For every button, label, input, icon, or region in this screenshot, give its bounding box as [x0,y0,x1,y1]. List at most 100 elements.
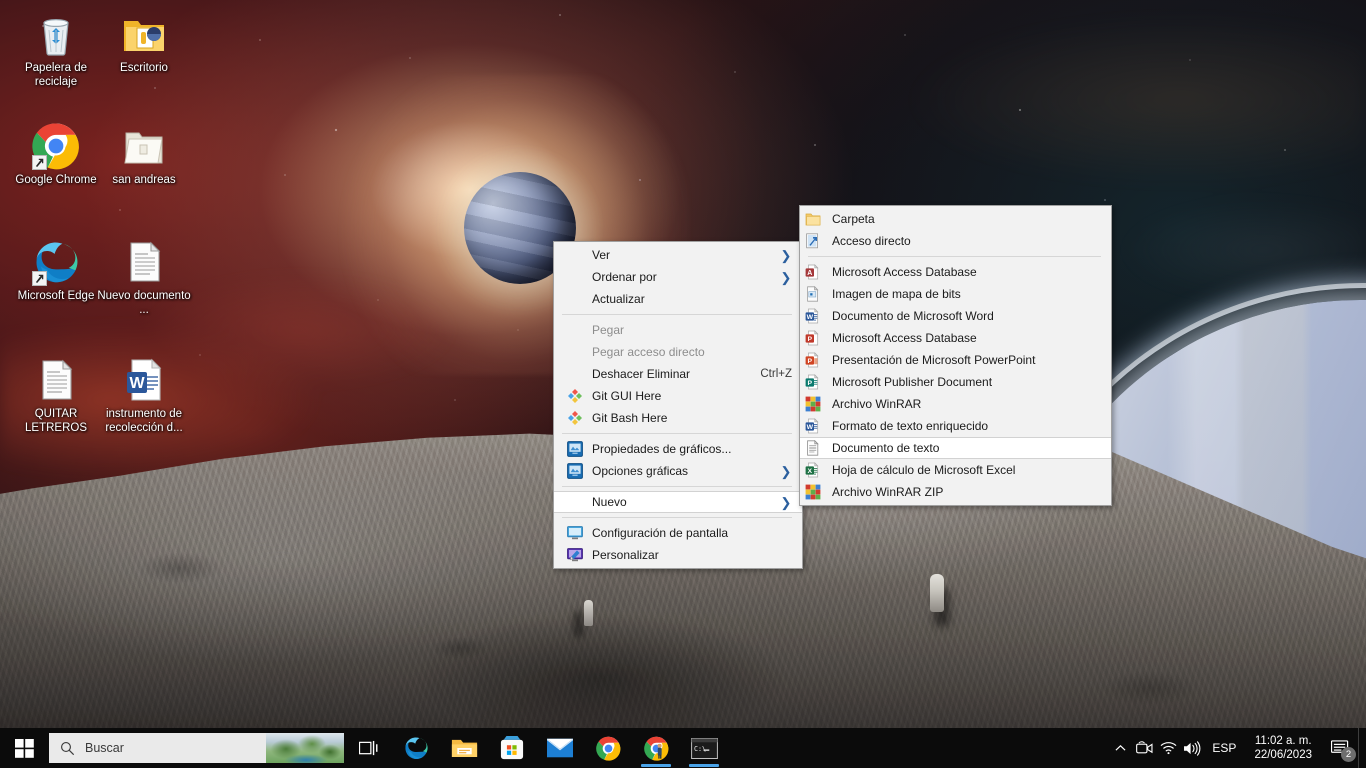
chevron-right-icon: ❯ [780,494,792,510]
chevron-right-icon: ❯ [780,463,792,479]
text-document-icon [120,238,168,286]
menu-item-microsoft-publisher-document[interactable]: P Microsoft Publisher Document [800,371,1111,393]
excel-icon: X [800,459,826,481]
taskbar-chrome-app[interactable] [632,728,680,768]
tray-network-icon[interactable] [1156,728,1180,768]
menu-item-personalizar[interactable]: Personalizar [554,544,802,566]
taskbar-terminal[interactable]: C:\ [680,728,728,768]
svg-text:W: W [807,424,814,431]
microsoft-edge-icon [405,737,428,759]
file-explorer-icon [451,739,477,757]
menu-item-label: Opciones gráficas [592,464,689,478]
menu-item-archivo-winrar[interactable]: Archivo WinRAR [800,393,1111,415]
folder-desktop-icon [120,10,168,58]
taskbar[interactable]: Buscar C:\ ESP 11:02 a. m. 22/06/2023 2 [0,728,1366,768]
desktop-icon-text-document[interactable]: QUITAR LETREROS [8,356,104,435]
clock[interactable]: 11:02 a. m. 22/06/2023 [1244,734,1322,762]
svg-text:P: P [808,336,813,343]
menu-item-label: Pegar acceso directo [592,345,705,359]
menu-item-documento-de-microsoft-word[interactable]: W Documento de Microsoft Word [800,305,1111,327]
tray-volume-icon[interactable] [1180,728,1204,768]
menu-item-git-gui-here[interactable]: Git GUI Here [554,385,802,407]
taskbar-chrome[interactable] [584,728,632,768]
menu-item-archivo-winrar-zip[interactable]: Archivo WinRAR ZIP [800,481,1111,503]
menu-item-ver[interactable]: Ver ❯ [554,244,802,266]
menu-item-label: Microsoft Access Database [832,265,977,279]
desktop-icon-text-document[interactable]: Nuevo documento ... [96,238,192,317]
menu-item-no-icon [562,288,588,310]
menu-item-imagen-de-mapa-de-bits[interactable]: Imagen de mapa de bits [800,283,1111,305]
desktop-icon-label: Papelera de reciclaje [24,62,88,88]
menu-item-deshacer-eliminar[interactable]: Deshacer Eliminar Ctrl+Z [554,363,802,385]
desktop-icon-folder[interactable]: san andreas [96,122,192,188]
menu-item-git-bash-here[interactable]: Git Bash Here [554,407,802,429]
shortcut-overlay-icon [32,271,47,286]
desktop-icon-microsoft-edge[interactable]: Microsoft Edge [8,238,104,304]
menu-item-label: Archivo WinRAR ZIP [832,485,944,499]
show-desktop-button[interactable] [1358,728,1366,768]
start-button[interactable] [0,728,48,768]
desktop-icon-recycle-bin[interactable]: Papelera de reciclaje [8,10,104,89]
system-tray[interactable]: ESP 11:02 a. m. 22/06/2023 2 [1108,728,1366,768]
publisher-icon: P [800,371,826,393]
desktop[interactable]: Papelera de reciclaje Escritorio Google … [0,0,1366,768]
powerpoint-icon: P [805,352,819,368]
desktop-context-menu[interactable]: Ver ❯ Ordenar por ❯ Actualizar Pegar Pegar acc… [553,241,803,569]
text-file-icon [800,437,826,459]
git-icon [562,385,588,407]
action-center-button[interactable]: 2 [1322,728,1358,768]
new-submenu[interactable]: Carpeta Acceso directo A Microsoft Acces… [799,205,1112,506]
menu-item-configuraci-n-de-pantalla[interactable]: Configuración de pantalla [554,522,802,544]
menu-item-label: Archivo WinRAR [832,397,922,411]
menu-item-label: Acceso directo [832,234,911,248]
language-indicator[interactable]: ESP [1204,741,1244,755]
menu-item-label: Documento de texto [832,441,940,455]
winrar-zip-icon [805,484,821,500]
menu-item-presentaci-n-de-microsoft-powerpoint[interactable]: P Presentación de Microsoft PowerPoint [800,349,1111,371]
bitmap-image-icon [800,283,826,305]
intel-graphics-icon [562,460,588,482]
tray-meet-now-icon[interactable] [1132,728,1156,768]
menu-item-label: Personalizar [592,548,659,562]
access-db-icon: A [805,264,819,280]
menu-item-formato-de-texto-enriquecido[interactable]: W Formato de texto enriquecido [800,415,1111,437]
taskbar-mail[interactable] [536,728,584,768]
search-input[interactable]: Buscar [49,733,344,763]
show-hidden-icons-button[interactable] [1108,728,1132,768]
taskbar-microsoft-store[interactable] [488,728,536,768]
chevron-up-icon [1115,745,1126,751]
text-file-icon [807,440,819,456]
access-db-icon: A [800,261,826,283]
menu-item-opciones-gr-ficas[interactable]: Opciones gráficas ❯ [554,460,802,482]
git-icon [568,389,582,403]
menu-item-microsoft-access-database[interactable]: A Microsoft Access Database [800,261,1111,283]
taskbar-edge[interactable] [392,728,440,768]
menu-item-nuevo[interactable]: Nuevo ❯ [554,491,802,513]
bitmap-image-icon [807,286,819,302]
intel-graphics-icon [567,441,583,457]
menu-item-label: Hoja de cálculo de Microsoft Excel [832,463,1016,477]
folder-desktop-icon [120,10,168,58]
shortcut-overlay-icon [32,155,47,170]
desktop-icon-google-chrome[interactable]: Google Chrome [8,122,104,188]
search-highlight-thumbnail [266,733,344,763]
menu-item-label: Ver [592,248,611,262]
text-document-icon [120,238,168,286]
menu-item-no-icon [562,319,588,341]
task-view-button[interactable] [344,728,392,768]
menu-item-documento-de-texto[interactable]: Documento de texto [800,437,1111,459]
menu-item-actualizar[interactable]: Actualizar [554,288,802,310]
menu-item-hoja-de-c-lculo-de-microsoft-excel[interactable]: X Hoja de cálculo de Microsoft Excel [800,459,1111,481]
menu-item-acceso-directo[interactable]: Acceso directo [800,230,1111,252]
taskbar-file-explorer[interactable] [440,728,488,768]
desktop-icon-folder-desktop[interactable]: Escritorio [96,10,192,76]
menu-item-propiedades-de-gr-ficos[interactable]: Propiedades de gráficos... [554,438,802,460]
personalize-icon [562,544,588,566]
menu-item-microsoft-access-database[interactable]: P Microsoft Access Database [800,327,1111,349]
menu-item-carpeta[interactable]: Carpeta [800,208,1111,230]
folder-icon [120,122,168,170]
menu-item-pegar-acceso-directo: Pegar acceso directo [554,341,802,363]
menu-item-ordenar-por[interactable]: Ordenar por ❯ [554,266,802,288]
desktop-icon-word-document[interactable]: W instrumento de recolección d... [96,356,192,435]
text-document-icon [32,356,80,404]
